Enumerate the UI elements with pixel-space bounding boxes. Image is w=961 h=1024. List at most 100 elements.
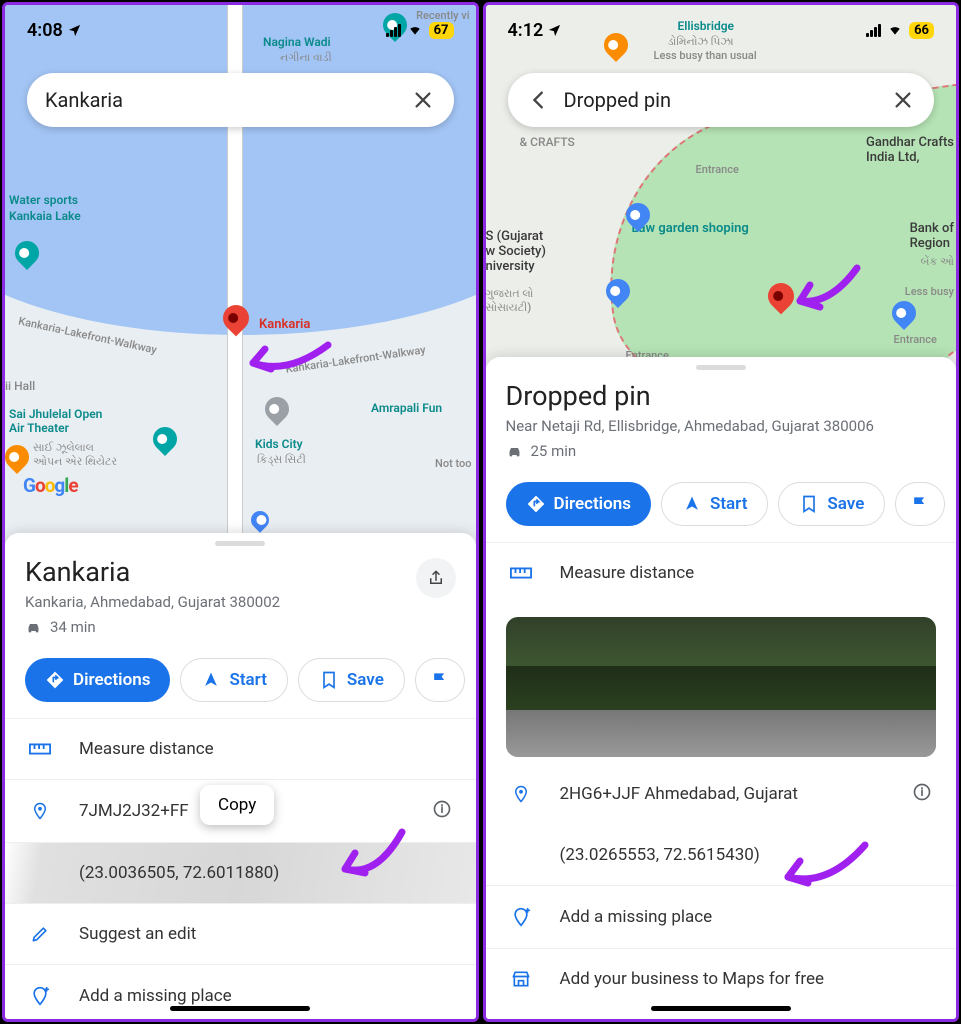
add-pin-icon <box>510 906 532 928</box>
directions-icon <box>526 494 546 514</box>
search-input[interactable] <box>45 88 398 112</box>
drag-handle[interactable] <box>696 365 746 370</box>
coordinates-row[interactable]: (23.0036505, 72.6011880) <box>5 842 476 903</box>
start-button[interactable]: Start <box>661 482 768 526</box>
status-time: 4:08 <box>27 20 63 41</box>
measure-distance-row[interactable]: Measure distance <box>5 718 476 779</box>
map-label-kankaia: Kankaia Lake <box>9 209 81 223</box>
add-missing-label: Add a missing place <box>560 907 713 927</box>
start-button[interactable]: Start <box>180 658 287 702</box>
add-missing-label: Add a missing place <box>79 986 232 1006</box>
share-icon <box>427 569 445 587</box>
signal-icon <box>866 24 881 37</box>
chevron-left-icon <box>528 89 550 111</box>
save-button[interactable]: Save <box>298 658 405 702</box>
drag-handle[interactable] <box>215 541 265 546</box>
directions-icon <box>45 670 65 690</box>
add-business-row[interactable]: Add your business to Maps for free <box>486 948 957 1009</box>
map-label-kidscity-sub: કિડ્સ સિટી <box>257 453 306 467</box>
add-pin-icon <box>29 985 51 1007</box>
wifi-icon <box>406 23 424 37</box>
poi-teal-icon[interactable] <box>148 422 182 456</box>
home-indicator[interactable] <box>651 1006 791 1011</box>
map-label-amrapali: Amrapali Fun <box>371 401 442 415</box>
status-time: 4:12 <box>508 20 544 41</box>
clear-search-button[interactable] <box>890 87 916 113</box>
battery-badge: 66 <box>909 22 934 39</box>
plus-code-row[interactable]: 2HG6+JJF Ahmedabad, Gujarat <box>486 763 957 825</box>
suggest-edit-row[interactable]: Suggest an edit <box>5 903 476 964</box>
status-bar: 4:12 66 <box>486 5 957 55</box>
bookmark-icon <box>319 670 339 690</box>
car-icon <box>25 619 42 636</box>
plus-code-value: 7JMJ2J32+FF <box>79 801 189 821</box>
battery-badge: 67 <box>429 22 454 39</box>
street-photo[interactable] <box>506 617 937 757</box>
clear-search-button[interactable] <box>410 87 436 113</box>
location-arrow-icon <box>67 23 82 38</box>
measure-distance-row[interactable]: Measure distance <box>486 542 957 603</box>
info-button[interactable] <box>432 799 452 824</box>
map-label-law: Law garden shoping <box>632 221 749 236</box>
pin-label: Kankaria <box>259 317 310 332</box>
directions-button[interactable]: Directions <box>25 658 170 702</box>
share-button[interactable] <box>416 558 456 598</box>
flag-icon <box>910 494 930 514</box>
info-button[interactable] <box>912 782 932 807</box>
google-logo: Google <box>23 474 78 497</box>
report-button[interactable] <box>895 482 945 526</box>
location-pin-icon <box>510 783 532 805</box>
measure-label: Measure distance <box>79 739 214 759</box>
map-canvas[interactable]: Ellisbridge ડોમિનોઝ પિઝા Less busy than … <box>486 5 957 365</box>
map-label-crafts: & CRAFTS <box>520 135 575 149</box>
search-pill[interactable] <box>508 73 935 127</box>
close-icon <box>892 89 914 111</box>
location-pin-icon <box>29 800 51 822</box>
home-indicator[interactable] <box>170 1006 310 1011</box>
map-label-entrance1: Entrance <box>696 163 739 176</box>
measure-label: Measure distance <box>560 563 695 583</box>
coordinates-value: (23.0265553, 72.5615430) <box>560 845 760 865</box>
place-sheet[interactable]: Kankaria Kankaria, Ahmedabad, Gujarat 38… <box>5 533 476 1019</box>
save-button[interactable]: Save <box>778 482 885 526</box>
map-label-hall: ii Hall <box>5 379 35 393</box>
search-input[interactable] <box>564 88 879 112</box>
map-label-gandhar: Gandhar Crafts India Ltd, <box>866 135 954 165</box>
map-label-lessb2: Less busy <box>905 285 954 298</box>
right-phone: 4:12 66 Ellisbridge ડોમિનોઝ પિઝા Less bu… <box>483 2 960 1022</box>
map-label-kidscity: Kids City <box>255 437 303 451</box>
back-button[interactable] <box>526 87 552 113</box>
coordinates-row[interactable]: (23.0265553, 72.5615430) <box>486 825 957 885</box>
status-bar: 4:08 67 <box>5 5 476 55</box>
map-label-gs-sub: ગુજરાત લો સોસાયટી) <box>486 287 534 315</box>
suggest-edit-label: Suggest an edit <box>79 924 196 944</box>
ruler-icon <box>510 565 532 581</box>
place-title: Dropped pin <box>506 380 937 412</box>
signal-icon <box>386 24 401 37</box>
search-pill[interactable] <box>27 73 454 127</box>
action-row: Directions Start Save <box>486 470 957 542</box>
travel-time: 34 min <box>25 618 456 636</box>
coordinates-value: (23.0036505, 72.6011880) <box>79 863 279 883</box>
poi-gray-icon[interactable] <box>260 392 294 426</box>
add-missing-place-row[interactable]: Add a missing place <box>486 885 957 948</box>
directions-button[interactable]: Directions <box>506 482 651 526</box>
map-label-jhulelal-sub: સાઈ ઝૂલેલાલ ઓપન એર થિયેટર <box>33 441 117 469</box>
wifi-icon <box>886 23 904 37</box>
bookmark-icon <box>799 494 819 514</box>
copy-tooltip[interactable]: Copy <box>200 785 274 825</box>
place-address: Near Netaji Rd, Ellisbridge, Ahmedabad, … <box>506 416 937 436</box>
travel-time: 25 min <box>506 442 937 460</box>
flag-icon <box>430 670 450 690</box>
place-sheet[interactable]: Dropped pin Near Netaji Rd, Ellisbridge,… <box>486 357 957 1019</box>
add-missing-place-row[interactable]: Add a missing place <box>5 964 476 1022</box>
poi-bus-icon[interactable] <box>247 507 272 532</box>
poi-orange-icon[interactable] <box>5 440 34 474</box>
map-label-entrance3: Entrance <box>894 333 937 346</box>
storefront-icon <box>510 969 532 989</box>
map-label-bank: Bank of Region <box>910 221 954 251</box>
report-button[interactable] <box>415 658 465 702</box>
map-label-jhulelal: Sai Jhulelal Open Air Theater <box>9 407 102 435</box>
left-phone: 4:08 67 Nagina Wadi નગીના વાડી Recently … <box>2 2 479 1022</box>
pencil-icon <box>29 924 51 944</box>
